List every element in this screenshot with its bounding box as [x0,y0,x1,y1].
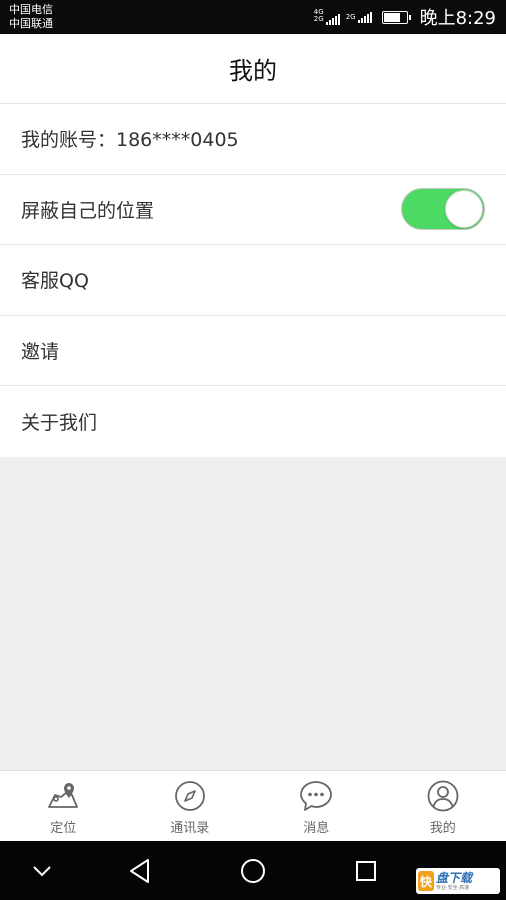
compass-icon [174,781,205,811]
signal-group-1: 4G 2G [314,9,340,25]
status-indicators: 4G 2G 2G 晚上8:29 [314,0,496,34]
recents-button[interactable] [346,841,386,900]
watermark-text: 盘下载 专业·安全·高速 [436,872,472,891]
about-us-label: 关于我们 [21,411,98,434]
page-header: 我的 [0,34,506,104]
carrier-info: 中国电信 中国联通 [9,3,53,31]
back-triangle-icon [130,858,149,883]
nav-label-location: 定位 [50,821,77,836]
battery-icon [381,10,411,24]
carrier-1: 中国电信 [9,3,53,16]
chat-bubble-icon [300,781,333,811]
status-bar: 中国电信 中国联通 4G 2G 2G 晚上8:29 [0,0,506,34]
nav-label-mine: 我的 [429,821,456,836]
signal-bars-1-icon [325,13,340,25]
account-label: 我的账号：186****0405 [21,129,239,152]
recents-square-icon [356,860,376,881]
account-row[interactable]: 我的账号：186****0405 [0,104,506,175]
home-circle-icon [241,858,265,883]
about-us-row[interactable]: 关于我们 [0,386,506,457]
home-button[interactable] [233,841,273,900]
hide-location-row: 屏蔽自己的位置 [0,174,506,245]
map-pin-icon [48,783,79,808]
hide-location-label: 屏蔽自己的位置 [21,199,155,222]
hide-location-toggle[interactable] [401,188,485,231]
nav-label-contacts: 通讯录 [170,821,210,836]
network-type-1: 4G 2G [313,8,324,23]
nav-tab-mine[interactable]: 我的 [380,771,506,841]
customer-service-qq-label: 客服QQ [21,270,89,293]
network-type-2: 2G [345,13,356,21]
battery-level [383,12,401,22]
nav-tab-contacts[interactable]: 通讯录 [127,771,254,841]
hide-keyboard-button[interactable] [22,841,62,900]
carrier-2: 中国联通 [9,17,53,30]
chevron-down-icon [33,865,51,876]
toggle-knob [445,190,483,229]
invite-label: 邀请 [21,340,60,363]
signal-bars-2-icon [357,11,372,23]
customer-service-qq-row[interactable]: 客服QQ [0,245,506,316]
status-time: 晚上8:29 [419,8,496,29]
nav-tab-location[interactable]: 定位 [0,771,127,841]
watermark-logo-mark: 快 [418,871,434,891]
invite-row[interactable]: 邀请 [0,315,506,386]
user-icon [427,780,459,812]
watermark-main: 盘下载 [436,870,473,885]
settings-list: 我的账号：186****0405 屏蔽自己的位置 客服QQ 邀请 关于我们 [0,104,506,457]
watermark-logo: 快 盘下载 专业·安全·高速 [416,868,500,894]
bottom-nav: 定位 通讯录 消息 我的 [0,770,506,841]
signal-group-2: 2G [346,11,372,23]
page-title: 我的 [229,57,277,85]
nav-label-messages: 消息 [303,821,330,836]
nav-tab-messages[interactable]: 消息 [253,771,380,841]
watermark-sub: 专业·安全·高速 [436,884,470,891]
back-button[interactable] [120,841,160,900]
system-nav-bar: 快 盘下载 专业·安全·高速 [0,841,506,900]
